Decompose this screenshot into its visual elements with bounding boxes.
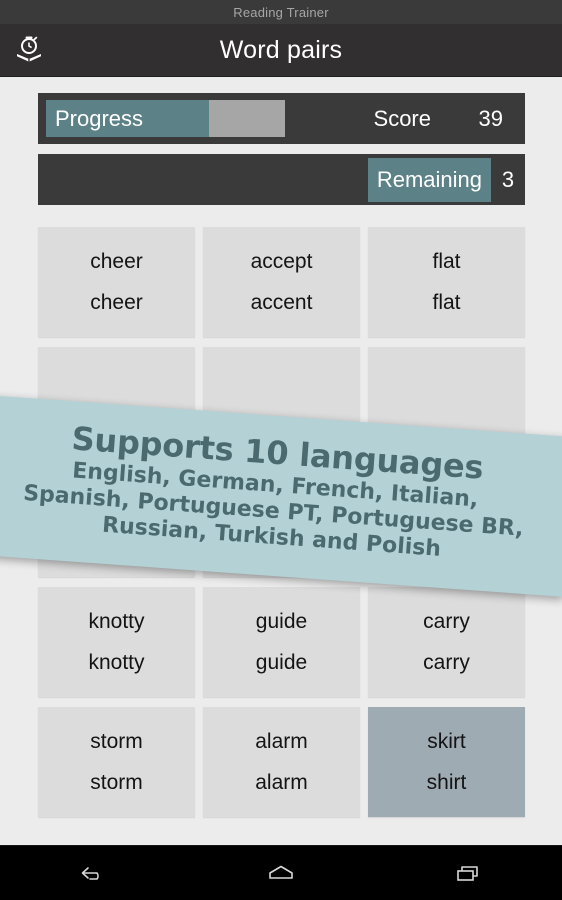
word-pair-card[interactable]: flat flat [368, 227, 525, 337]
recents-icon[interactable] [413, 846, 523, 900]
word-pair-top: storm [90, 730, 143, 753]
progress-bar: Progress [46, 100, 285, 137]
score-value: 39 [478, 105, 503, 131]
status-bar-title: Reading Trainer [233, 4, 329, 20]
word-pair-row: storm storm alarm alarm skirt shirt [38, 707, 525, 817]
content-area: Progress Score 39 Remaining 3 cheer cheer… [0, 77, 562, 845]
word-pair-card[interactable]: storm storm [38, 707, 195, 817]
word-pair-top: cheer [90, 250, 143, 273]
score-label: Score [373, 105, 431, 131]
remaining-panel: Remaining 3 [38, 154, 525, 205]
home-icon[interactable] [226, 846, 336, 900]
word-pair-row: knotty knotty guide guide carry carry [38, 587, 525, 697]
app-screen: Reading Trainer Word pairs Progress Scor… [0, 0, 562, 900]
word-pair-card[interactable]: cheer cheer [38, 227, 195, 337]
word-pair-bottom: shirt [426, 771, 467, 794]
back-icon[interactable] [39, 846, 149, 900]
word-pair-bottom: cheer [90, 291, 143, 314]
word-pair-card[interactable]: alarm alarm [203, 707, 360, 817]
word-pair-row: cheer cheer accept accent flat flat [38, 227, 525, 337]
word-pair-top: alarm [255, 730, 308, 753]
word-pair-top: skirt [427, 730, 466, 753]
word-pair-bottom: alarm [255, 771, 308, 794]
word-pair-top: accept [250, 250, 313, 273]
word-pair-card[interactable]: accept accent [203, 227, 360, 337]
word-pair-bottom: accent [250, 291, 313, 314]
word-pair-bottom: guide [255, 651, 308, 674]
word-pair-top: knotty [88, 610, 145, 633]
stopwatch-book-icon[interactable] [0, 33, 58, 67]
word-pair-card[interactable]: skirt shirt [368, 707, 525, 817]
status-bar: Reading Trainer [0, 0, 562, 24]
word-pair-card[interactable]: knotty knotty [38, 587, 195, 697]
word-pair-bottom: storm [90, 771, 143, 794]
word-pair-bottom: flat [432, 291, 461, 314]
word-pair-card[interactable]: guide guide [203, 587, 360, 697]
score-area: Score 39 [285, 106, 517, 132]
progress-label: Progress [55, 106, 144, 131]
word-pair-top: flat [432, 250, 461, 273]
word-pair-top: carry [423, 610, 470, 633]
progress-panel: Progress Score 39 [38, 93, 525, 144]
word-pair-bottom: carry [423, 651, 470, 674]
android-nav-bar [0, 845, 562, 900]
remaining-value: 3 [501, 166, 515, 192]
word-pair-top: guide [255, 610, 308, 633]
word-pair-bottom: knotty [88, 651, 145, 674]
page-title: Word pairs [219, 35, 343, 64]
word-pair-card[interactable]: carry carry [368, 587, 525, 697]
action-bar: Word pairs [0, 24, 562, 77]
remaining-label: Remaining [367, 157, 491, 202]
